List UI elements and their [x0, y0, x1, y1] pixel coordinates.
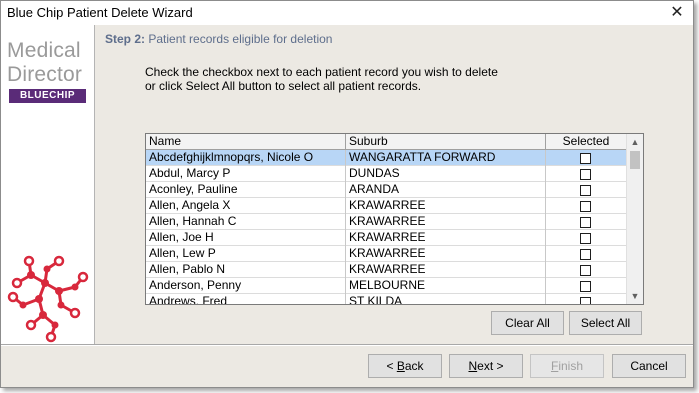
select-checkbox[interactable] — [580, 281, 591, 292]
select-all-button[interactable]: Select All — [569, 311, 642, 335]
footer-divider — [1, 344, 693, 346]
cancel-button[interactable]: Cancel — [612, 354, 686, 378]
cell-selected — [546, 150, 627, 166]
table-row[interactable]: Abdul, Marcy P DUNDAS — [146, 166, 627, 182]
select-checkbox[interactable] — [580, 169, 591, 180]
cell-name: Andrews, Fred — [146, 294, 346, 304]
cell-suburb: KRAWARREE — [346, 214, 546, 230]
instructions: Check the checkbox next to each patient … — [145, 65, 498, 93]
cell-selected — [546, 246, 627, 262]
next-button-label: ext > — [477, 359, 504, 373]
back-button-label: ack — [404, 359, 424, 373]
cell-selected — [546, 198, 627, 214]
wizard-window: Blue Chip Patient Delete Wizard ✕ Medica… — [0, 0, 694, 388]
logo-badge-bluechip: BLUECHIP — [9, 89, 86, 103]
cell-suburb: ARANDA — [346, 182, 546, 198]
column-header-name[interactable]: Name — [146, 134, 346, 150]
cell-name: Allen, Hannah C — [146, 214, 346, 230]
cell-selected — [546, 214, 627, 230]
cell-selected — [546, 166, 627, 182]
table-row[interactable]: Abcdefghijklmnopqrs, Nicole O WANGARATTA… — [146, 150, 627, 166]
select-checkbox[interactable] — [580, 185, 591, 196]
cell-suburb: KRAWARREE — [346, 230, 546, 246]
column-header-selected[interactable]: Selected — [546, 134, 627, 150]
cell-name: Abcdefghijklmnopqrs, Nicole O — [146, 150, 346, 166]
table-row[interactable]: Andrews, Fred ST KILDA — [146, 294, 627, 304]
finish-button[interactable]: Finish — [530, 354, 604, 378]
cell-name: Allen, Pablo N — [146, 262, 346, 278]
select-checkbox[interactable] — [580, 153, 591, 164]
grid-header: Name Suburb Selected — [146, 134, 627, 150]
scroll-up-arrow-icon[interactable]: ▲ — [627, 134, 643, 150]
cell-suburb: MELBOURNE — [346, 278, 546, 294]
logo-text-medical: Medical — [7, 39, 81, 62]
cell-name: Allen, Angela X — [146, 198, 346, 214]
back-button[interactable]: < Back — [368, 354, 442, 378]
cell-suburb: DUNDAS — [346, 166, 546, 182]
clear-all-button[interactable]: Clear All — [491, 311, 564, 335]
table-row[interactable]: Allen, Hannah C KRAWARREE — [146, 214, 627, 230]
instruction-line-2: or click Select All button to select all… — [145, 79, 422, 93]
scroll-down-arrow-icon[interactable]: ▼ — [627, 288, 643, 304]
back-button-accesskey: B — [396, 359, 405, 373]
select-checkbox[interactable] — [580, 233, 591, 244]
cell-name: Abdul, Marcy P — [146, 166, 346, 182]
table-row[interactable]: Anderson, Penny MELBOURNE — [146, 278, 627, 294]
patient-records-grid[interactable]: Name Suburb Selected Abcdefghijklmnopqrs… — [145, 133, 644, 305]
logo-panel: Medical Director BLUECHIP — [1, 25, 95, 344]
select-checkbox[interactable] — [580, 297, 591, 304]
table-row[interactable]: Allen, Lew P KRAWARREE — [146, 246, 627, 262]
cell-suburb: KRAWARREE — [346, 198, 546, 214]
finish-button-label: inish — [558, 359, 584, 373]
cell-selected — [546, 182, 627, 198]
select-checkbox[interactable] — [580, 217, 591, 228]
cell-name: Anderson, Penny — [146, 278, 346, 294]
cell-selected — [546, 294, 627, 304]
cell-suburb: KRAWARREE — [346, 262, 546, 278]
cell-suburb: KRAWARREE — [346, 246, 546, 262]
next-button[interactable]: Next > — [449, 354, 523, 378]
cell-selected — [546, 262, 627, 278]
table-row[interactable]: Allen, Angela X KRAWARREE — [146, 198, 627, 214]
cell-selected — [546, 230, 627, 246]
title-bar: Blue Chip Patient Delete Wizard ✕ — [1, 1, 693, 25]
cell-name: Aconley, Pauline — [146, 182, 346, 198]
scroll-thumb[interactable] — [630, 151, 640, 169]
cell-suburb: WANGARATTA FORWARD — [346, 150, 546, 166]
molecule-logo-icon — [7, 255, 89, 343]
cell-name: Allen, Joe H — [146, 230, 346, 246]
step-description: Patient records eligible for deletion — [148, 32, 333, 46]
grid-rows: Abcdefghijklmnopqrs, Nicole O WANGARATTA… — [146, 150, 627, 304]
instruction-line-1: Check the checkbox next to each patient … — [145, 65, 498, 79]
select-checkbox[interactable] — [580, 249, 591, 260]
vertical-scrollbar[interactable]: ▲ ▼ — [626, 134, 643, 304]
window-title: Blue Chip Patient Delete Wizard — [7, 5, 193, 20]
next-button-accesskey: N — [468, 359, 478, 373]
logo-text-director: Director — [7, 63, 83, 86]
cell-name: Allen, Lew P — [146, 246, 346, 262]
step-number: Step 2: — [105, 32, 146, 46]
select-checkbox[interactable] — [580, 201, 591, 212]
column-header-suburb[interactable]: Suburb — [346, 134, 546, 150]
select-checkbox[interactable] — [580, 265, 591, 276]
table-row[interactable]: Allen, Pablo N KRAWARREE — [146, 262, 627, 278]
close-icon[interactable]: ✕ — [667, 3, 687, 23]
back-button-prefix: < — [386, 359, 397, 373]
table-row[interactable]: Aconley, Pauline ARANDA — [146, 182, 627, 198]
table-row[interactable]: Allen, Joe H KRAWARREE — [146, 230, 627, 246]
cell-suburb: ST KILDA — [346, 294, 546, 304]
step-heading: Step 2: Patient records eligible for del… — [105, 32, 332, 46]
cell-selected — [546, 278, 627, 294]
